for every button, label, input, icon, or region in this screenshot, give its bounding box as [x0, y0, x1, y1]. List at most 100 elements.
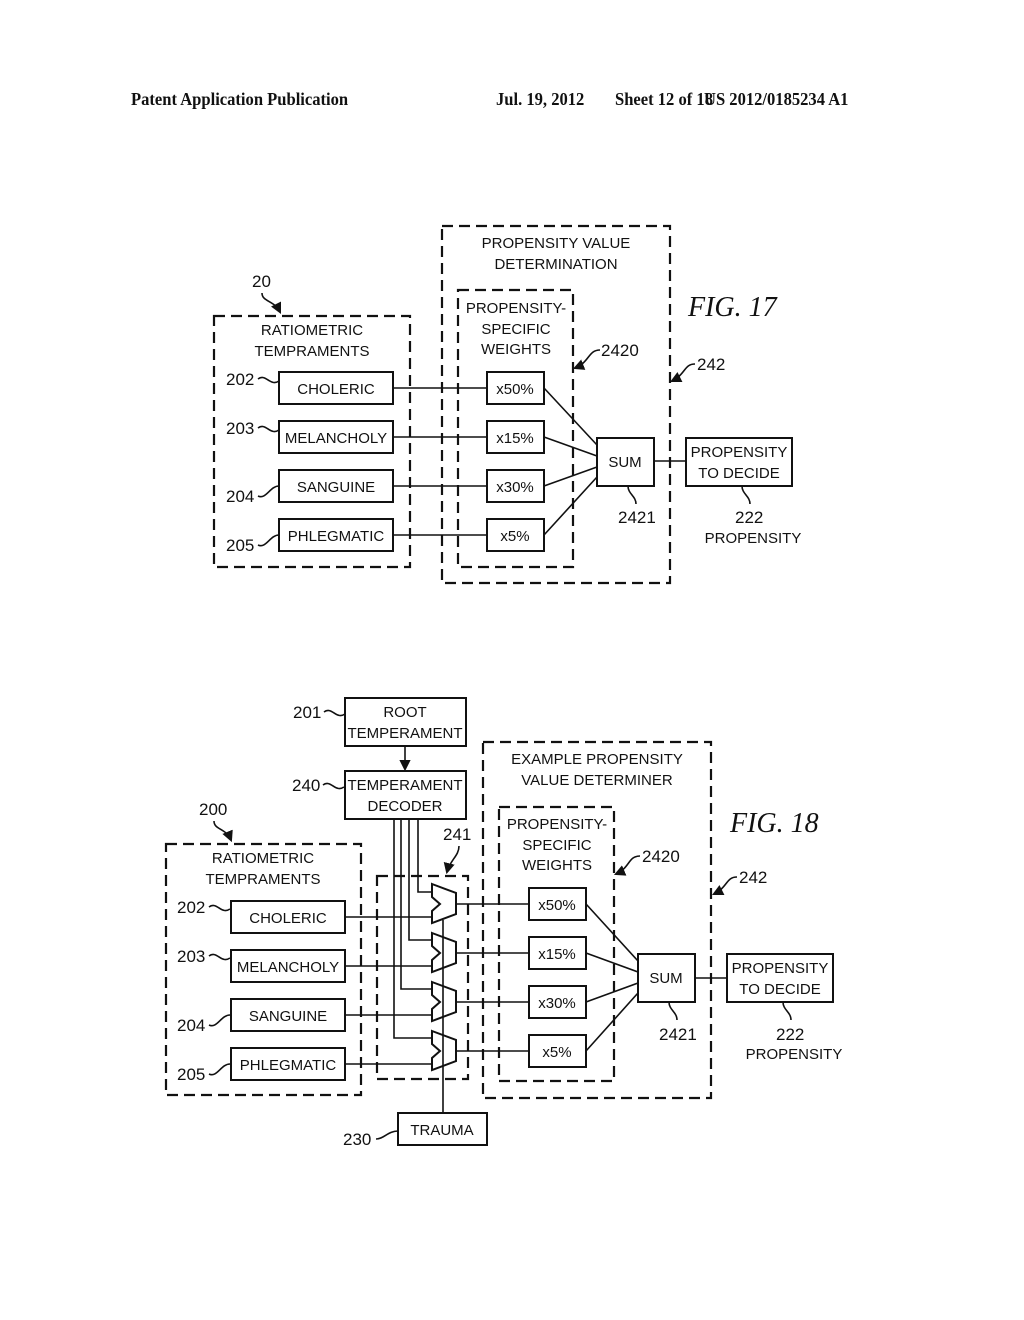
fig18-output-caption: PROPENSITY: [746, 1046, 843, 1063]
fig17-ref-205: 205: [226, 536, 254, 555]
fig17-weight-50-label: x50%: [496, 381, 534, 398]
fig18-determiner-ref-leader: [711, 876, 738, 896]
fig18-leader-205: [208, 1063, 231, 1076]
fig18-mux-ref-leader: [443, 845, 460, 875]
fig18-determiner-label-1: EXAMPLE PROPENSITY: [511, 751, 683, 768]
patent-diagrams: FIG. 17 20 RATIOMETRIC TEMPRAMENTS PROPE…: [164, 224, 843, 1149]
fig18-row-melancholy: 203 MELANCHOLY x15%: [177, 931, 639, 983]
fig17-group-label-1: RATIOMETRIC: [261, 322, 363, 339]
fig18-title: FIG. 18: [729, 808, 819, 839]
figure-17: FIG. 17 20 RATIOMETRIC TEMPRAMENTS PROPE…: [212, 224, 802, 585]
fig18-ref-204: 204: [177, 1016, 205, 1035]
fig17-wire-w30-sum: [543, 466, 598, 487]
fig18-ref-203: 203: [177, 947, 205, 966]
fig17-weights-ref: 2420: [601, 341, 639, 360]
fig18-weight-5-label: x5%: [542, 1044, 571, 1061]
fig18-output-label-2: TO DECIDE: [739, 981, 820, 998]
fig17-weights-label-3: WEIGHTS: [481, 341, 551, 358]
fig18-mux-3: [431, 980, 457, 1023]
fig17-propensity-determination: [440, 224, 672, 585]
fig17-title: FIG. 17: [687, 292, 778, 323]
fig18-sanguine-label: SANGUINE: [249, 1008, 327, 1025]
fig17-sum-ref: 2421: [618, 508, 656, 527]
fig18-decoder-leader: [322, 782, 345, 790]
fig18-ref-202: 202: [177, 898, 205, 917]
fig17-determination-label-1: PROPENSITY VALUE: [482, 235, 631, 252]
fig18-wire-w30-sum: [585, 982, 639, 1003]
fig17-ref-202: 202: [226, 370, 254, 389]
fig18-select-wire-1: [417, 819, 432, 893]
fig17-wire-w15-sum: [543, 436, 598, 457]
fig18-leader-204: [208, 1014, 231, 1027]
fig17-output-label-1: PROPENSITY: [691, 444, 788, 461]
fig18-group-label-1: RATIOMETRIC: [212, 850, 314, 867]
fig17-ref-204: 204: [226, 487, 254, 506]
fig18-root-leader: [323, 709, 346, 717]
fig18-root-ref: 201: [293, 703, 321, 722]
fig18-wire-w15-sum: [585, 952, 639, 973]
fig17-output-ref: 222: [735, 508, 763, 527]
fig17-row-sanguine: 204 SANGUINE x30%: [226, 466, 598, 506]
fig17-weights-ref-leader: [572, 349, 601, 370]
fig17-weight-5-label: x5%: [500, 528, 529, 545]
fig17-output-leader: [741, 485, 751, 505]
fig18-weight-15-label: x15%: [538, 946, 576, 963]
fig17-sum-leader: [627, 485, 637, 505]
fig18-leader-202: [208, 904, 231, 912]
fig18-select-wire-4: [393, 819, 432, 1039]
fig17-weight-15-label: x15%: [496, 430, 534, 447]
fig18-sum-leader: [668, 1001, 678, 1021]
fig17-group-ref-leader: [261, 292, 282, 315]
fig17-determination-ref: 242: [697, 355, 725, 374]
fig18-mux-1: [431, 882, 457, 925]
fig17-weights-label-2: SPECIFIC: [481, 321, 550, 338]
fig17-phlegmatic-label: PHLEGMATIC: [288, 528, 385, 545]
fig18-group-ref-leader: [213, 820, 233, 843]
fig18-weights-ref-leader: [613, 855, 641, 876]
fig17-leader-205: [257, 534, 280, 547]
fig17-leader-203: [257, 425, 280, 433]
figure-18: FIG. 18 201 ROOT TEMPERAMENT 240 TEMPERA…: [164, 697, 843, 1149]
fig18-output-label-1: PROPENSITY: [732, 960, 829, 977]
fig17-weights-label-1: PROPENSITY-: [466, 300, 566, 317]
fig18-leader-203: [208, 953, 231, 961]
fig18-trauma-leader: [375, 1130, 399, 1140]
fig17-sum-label: SUM: [608, 454, 641, 471]
fig18-weights-label-3: WEIGHTS: [522, 857, 592, 874]
fig18-mux-4: [431, 1029, 457, 1072]
fig17-leader-202: [257, 376, 280, 384]
fig17-determination-label-2: DETERMINATION: [494, 256, 617, 273]
fig18-select-wire-2: [408, 819, 432, 941]
fig17-wire-w50-sum: [543, 387, 598, 446]
fig18-propensity-determiner: [481, 740, 713, 1100]
fig17-sanguine-label: SANGUINE: [297, 479, 375, 496]
fig17-choleric-label: CHOLERIC: [297, 381, 375, 398]
fig18-wire-w5-sum: [585, 992, 639, 1052]
fig17-determination-ref-leader: [669, 363, 696, 383]
fig18-weight-50-label: x50%: [538, 897, 576, 914]
fig18-weights-ref: 2420: [642, 847, 680, 866]
fig17-group-ref: 20: [252, 272, 271, 291]
fig17-output-label-2: TO DECIDE: [698, 465, 779, 482]
fig18-sum-ref: 2421: [659, 1025, 697, 1044]
fig17-weight-30-label: x30%: [496, 479, 534, 496]
fig17-row-melancholy: 203 MELANCHOLY x15%: [226, 419, 598, 457]
fig18-mux-ref: 241: [443, 825, 471, 844]
fig17-wire-w5-sum: [543, 476, 598, 536]
fig18-wire-w50-sum: [585, 903, 639, 962]
fig18-determiner-label-2: VALUE DETERMINER: [521, 772, 673, 789]
fig17-group-label-2: TEMPRAMENTS: [254, 343, 369, 360]
fig18-phlegmatic-label: PHLEGMATIC: [240, 1057, 337, 1074]
fig18-decoder-label-2: DECODER: [367, 798, 442, 815]
fig18-output-leader: [782, 1001, 792, 1021]
fig18-melancholy-label: MELANCHOLY: [237, 959, 339, 976]
fig18-determiner-ref: 242: [739, 868, 767, 887]
fig18-weights-label-2: SPECIFIC: [522, 837, 591, 854]
fig18-ref-205: 205: [177, 1065, 205, 1084]
fig18-output-ref: 222: [776, 1025, 804, 1044]
fig18-decoder-ref: 240: [292, 776, 320, 795]
fig18-trauma-label: TRAUMA: [410, 1122, 473, 1139]
fig18-group-ref: 200: [199, 800, 227, 819]
fig18-mux-2: [431, 931, 457, 974]
fig17-output-caption: PROPENSITY: [705, 530, 802, 547]
